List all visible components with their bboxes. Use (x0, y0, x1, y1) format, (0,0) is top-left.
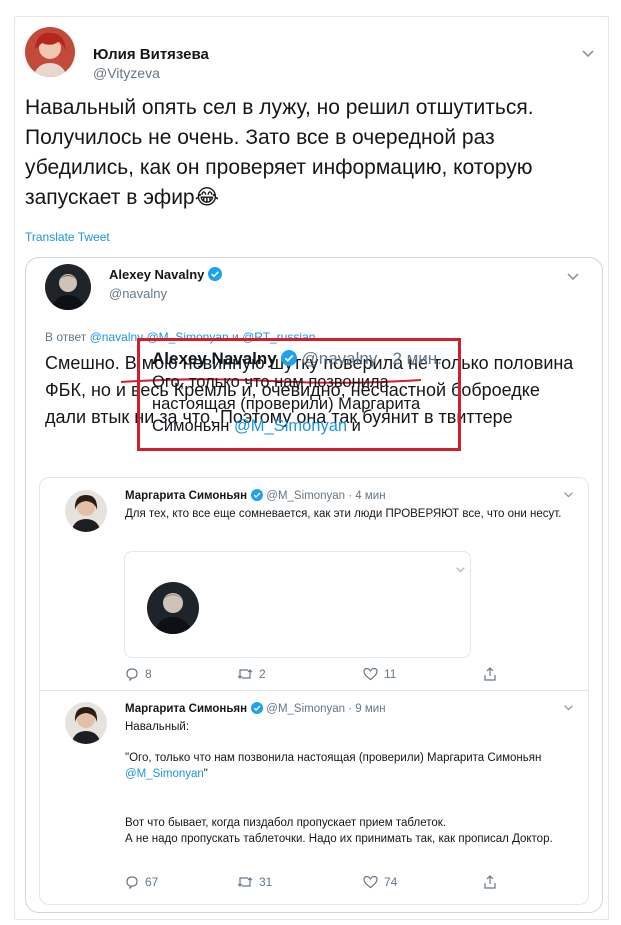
reply-icon (126, 876, 138, 889)
author-handle[interactable]: @Vityzeva (93, 66, 160, 81)
embedded-tail: и (351, 417, 361, 435)
thread-author-name[interactable]: Маргарита Симоньян (125, 703, 247, 715)
thread-text-quote: "Ого, только что нам позвонила настоящая… (125, 750, 575, 782)
embedded-screenshot (124, 551, 471, 658)
embedded-author-name: Alexey Navalny (152, 349, 277, 368)
thread-text-intro: Навальный: (125, 721, 190, 733)
thread-tweet-1[interactable]: Маргарита Симоньян @M_Simonyan · 4 мин Д… (40, 478, 588, 690)
retweet-icon (237, 669, 253, 679)
thread-avatar[interactable] (65, 490, 107, 532)
author-name[interactable]: Юлия Витязева (93, 47, 209, 62)
thread-author-name[interactable]: Маргарита Симоньян (125, 490, 247, 502)
tweet-text: Навальный опять сел в лужу, но решил отш… (25, 96, 534, 209)
nested-thread: Маргарита Симоньян @M_Simonyan · 4 мин Д… (39, 477, 589, 905)
retweet-count: 2 (259, 667, 266, 681)
embedded-avatar (147, 582, 199, 634)
thread-text-line-3: Вот что бывает, когда пиздабол пропускае… (125, 817, 446, 829)
like-count: 74 (384, 875, 398, 889)
quoted-author-name[interactable]: Alexey Navalny (109, 267, 204, 282)
thread-text-line-4: А не надо пропускать таблеточки. Надо их… (125, 833, 553, 845)
verified-badge-icon (251, 489, 264, 501)
chevron-down-icon[interactable] (563, 491, 574, 499)
quoted-author-avatar[interactable] (45, 264, 91, 310)
share-icon (484, 667, 496, 681)
retweet-icon (237, 877, 253, 887)
retweet-action[interactable]: 31 (237, 875, 272, 889)
thread-head: Маргарита Симоньян @M_Simonyan · 9 мин (125, 702, 386, 716)
like-icon (363, 875, 378, 889)
thread-tweet-2[interactable]: Маргарита Симоньян @M_Simonyan · 9 мин Н… (40, 691, 588, 905)
tweet-card: Юлия Витязева @Vityzeva Навальный опять … (14, 16, 609, 920)
thread-text: Для тех, кто все еще сомневается, как эт… (125, 508, 562, 520)
verified-badge-icon (208, 267, 223, 281)
thread-actions: 8 2 11 (125, 667, 505, 683)
thread-meta: @M_Simonyan · 4 мин (266, 490, 386, 502)
share-action[interactable] (483, 875, 497, 889)
like-action[interactable]: 11 (363, 667, 396, 681)
verified-badge-icon (251, 702, 264, 714)
chevron-down-icon (456, 567, 465, 573)
reply-count: 8 (145, 667, 152, 681)
chevron-down-icon[interactable] (566, 272, 580, 282)
thread-mention[interactable]: @M_Simonyan (125, 768, 204, 780)
share-action[interactable] (483, 667, 497, 681)
like-action[interactable]: 74 (363, 875, 397, 889)
highlighted-embedded-tweet: Alexey Navalny @navalny · 2 мин. Ого, то… (137, 338, 461, 451)
tweet-author: Юлия Витязева @Vityzeva (25, 27, 600, 83)
author-avatar[interactable] (25, 27, 75, 77)
thread-quote-close: " (203, 768, 208, 780)
embedded-meta: @navalny · 2 мин. (301, 349, 442, 368)
retweet-action[interactable]: 2 (237, 667, 266, 681)
thread-avatar[interactable] (65, 702, 107, 744)
chevron-down-icon[interactable] (563, 704, 574, 712)
quoted-author-name-row: Alexey Navalny (109, 267, 223, 282)
like-icon (363, 667, 378, 681)
quoted-tweet[interactable]: Alexey Navalny @navalny В ответ @navalny… (25, 257, 603, 913)
thread-actions: 67 31 74 (125, 875, 505, 891)
thread-text-outro: Вот что бывает, когда пиздабол пропускае… (125, 815, 575, 847)
reply-action[interactable]: 8 (125, 667, 152, 681)
reply-action[interactable]: 67 (125, 875, 158, 889)
verified-badge-icon (280, 350, 297, 366)
retweet-count: 31 (259, 875, 273, 889)
quoted-author-handle[interactable]: @navalny (109, 286, 167, 301)
thread-head: Маргарита Симоньян @M_Simonyan · 4 мин (125, 489, 386, 503)
embedded-head: Alexey Navalny @navalny · 2 мин. (152, 348, 442, 370)
chevron-down-icon[interactable] (581, 49, 595, 59)
translate-tweet-link[interactable]: Translate Tweet (25, 230, 110, 244)
embedded-mention: @M_Simonyan (234, 417, 348, 435)
share-icon (484, 875, 496, 889)
like-count: 11 (384, 667, 397, 681)
reply-icon (126, 668, 138, 681)
replying-prefix: В ответ (45, 330, 87, 344)
thread-meta: @M_Simonyan · 9 мин (266, 703, 386, 715)
reply-count: 67 (145, 875, 159, 889)
thread-quote-line: "Ого, только что нам позвонила настоящая… (125, 752, 542, 764)
embedded-text: Ого, только что нам позвонила настоящая … (152, 371, 452, 437)
